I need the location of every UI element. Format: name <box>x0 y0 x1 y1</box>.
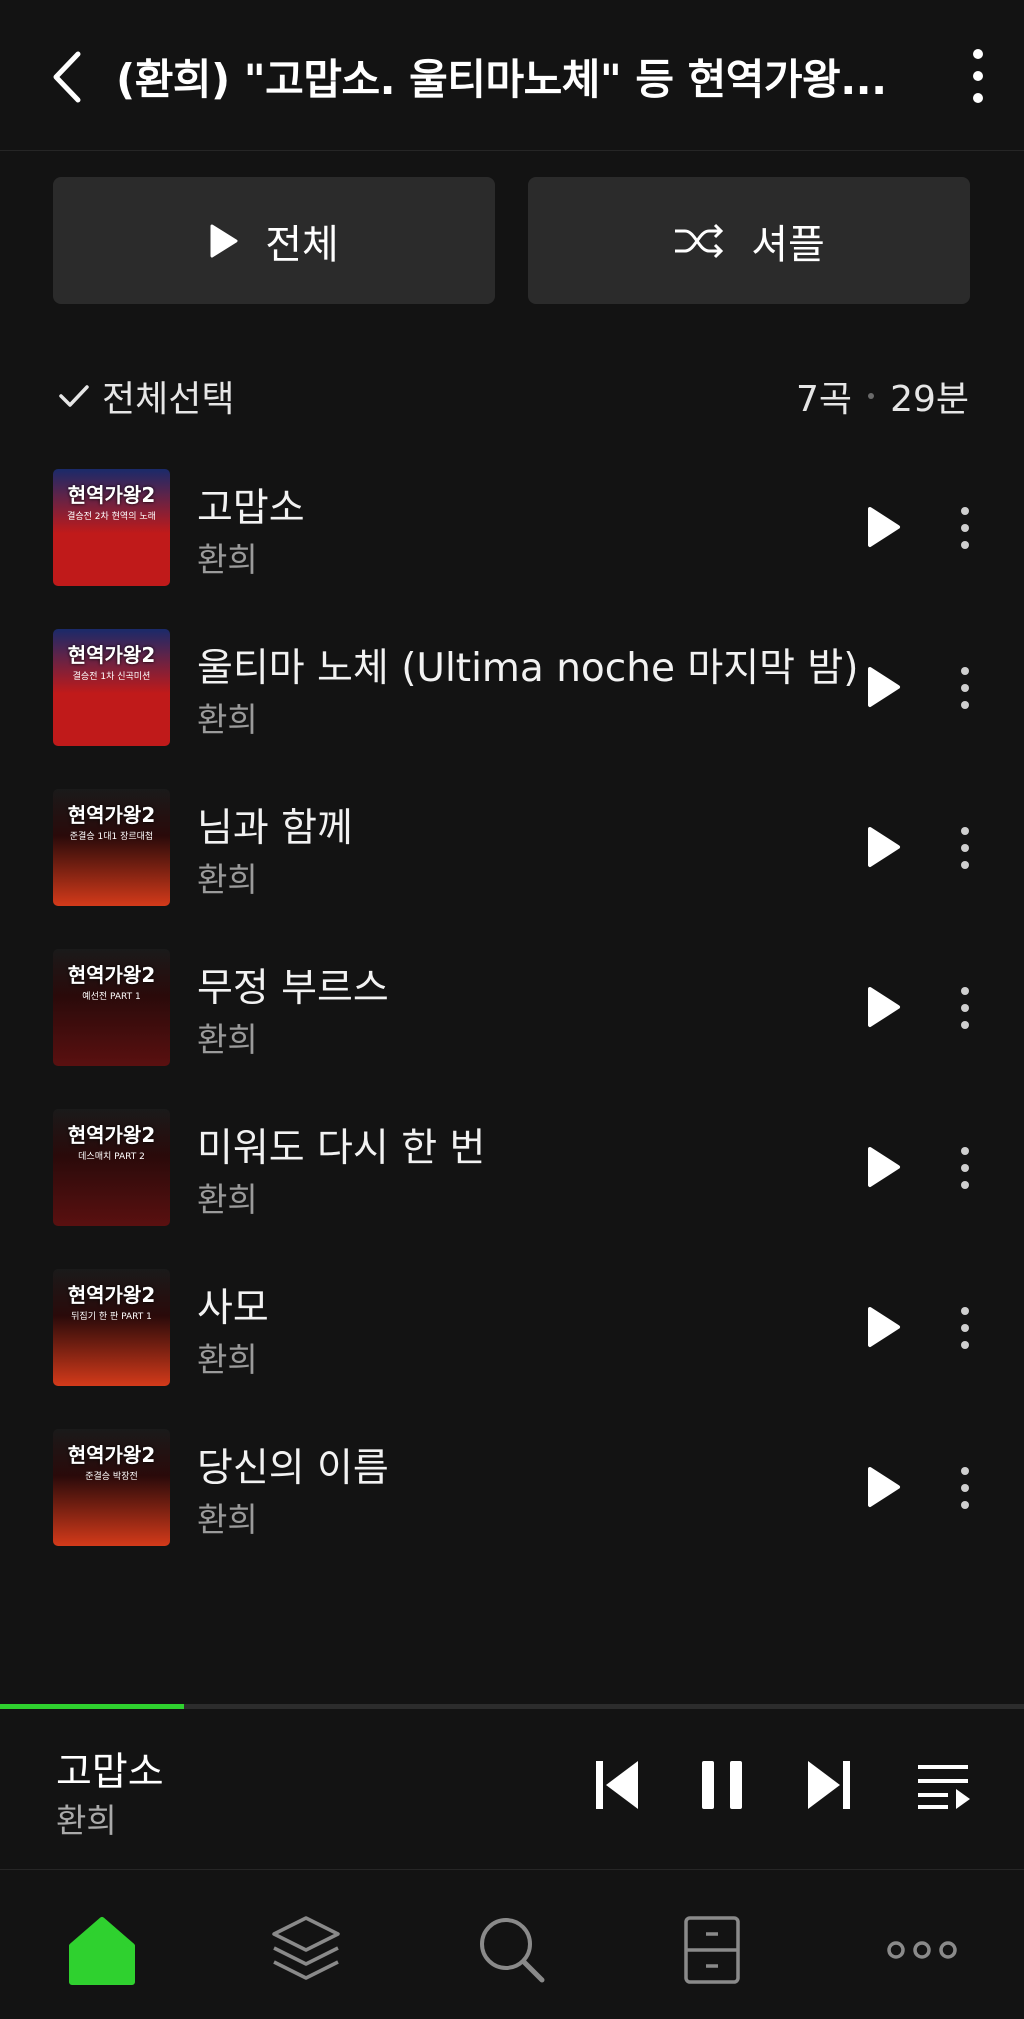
back-icon[interactable] <box>40 42 100 112</box>
track-title: 당신의 이름 <box>197 1446 389 1491</box>
album-logo: 현역가왕2 <box>67 1283 156 1307</box>
play-all-button[interactable]: 전체 <box>53 177 495 304</box>
more-options-icon[interactable] <box>955 505 975 551</box>
song-count: 7곡 <box>796 379 853 420</box>
previous-icon[interactable] <box>594 1759 640 1811</box>
album-cover: 현역가왕2 데스매치 PART 2 <box>53 1109 170 1226</box>
album-subtitle: 결승전 1차 신곡미션 <box>72 672 151 682</box>
play-icon[interactable] <box>866 1305 902 1349</box>
track-title: 울티마 노체 (Ultima noche 마지막 밤) <box>197 646 859 691</box>
album-logo: 현역가왕2 <box>67 1443 156 1467</box>
library-icon[interactable] <box>266 1910 346 1990</box>
album-logo: 현역가왕2 <box>67 963 156 987</box>
track-title: 미워도 다시 한 번 <box>197 1126 486 1171</box>
track-artist: 환희 <box>197 1020 258 1059</box>
check-icon <box>59 385 89 407</box>
separator-dot <box>868 393 875 399</box>
album-logo: 현역가왕2 <box>67 483 156 507</box>
album-logo: 현역가왕2 <box>67 643 156 667</box>
album-cover: 현역가왕2 결승전 1차 신곡미션 <box>53 629 170 746</box>
track-row[interactable]: 현역가왕2 결승전 1차 신곡미션 울티마 노체 (Ultima noche 마지막… <box>0 629 1024 789</box>
header: (환희) "고맙소. 울티마노체" 등 현역가왕... <box>0 0 1024 151</box>
pause-icon[interactable] <box>700 1759 746 1811</box>
shuffle-label: 셔플 <box>751 221 825 268</box>
home-icon[interactable] <box>62 1910 142 1990</box>
track-artist: 환희 <box>197 1340 258 1379</box>
select-all-label: 전체선택 <box>102 379 235 420</box>
album-logo: 현역가왕2 <box>67 1123 156 1147</box>
play-all-label: 전체 <box>265 221 339 268</box>
more-options-icon[interactable] <box>955 1305 975 1351</box>
track-row[interactable]: 현역가왕2 예선전 PART 1 무정 부르스환희 <box>0 949 1024 1109</box>
now-playing-title: 고맙소 <box>56 1750 164 1795</box>
track-artist: 환희 <box>197 1500 258 1539</box>
track-row[interactable]: 현역가왕2 준결승 1대1 장르대첩 님과 함께환희 <box>0 789 1024 949</box>
more-options-icon[interactable] <box>955 985 975 1031</box>
more-options-icon[interactable] <box>955 1145 975 1191</box>
play-icon <box>210 224 238 257</box>
playlist-meta: 7곡 29분 <box>796 370 969 422</box>
track-artist: 환희 <box>197 700 258 739</box>
play-icon[interactable] <box>866 985 902 1029</box>
play-icon[interactable] <box>866 1145 902 1189</box>
more-options-icon[interactable] <box>958 46 998 106</box>
storage-icon[interactable] <box>672 1910 752 1990</box>
album-logo: 현역가왕2 <box>67 803 156 827</box>
album-cover: 현역가왕2 준결승 박장전 <box>53 1429 170 1546</box>
track-list: 현역가왕2 결승전 2차 현역의 노래 고맙소 환희 현역가왕2 결승전 1차 신곡미션 울… <box>0 469 1024 1589</box>
album-cover: 현역가왕2 뒤집기 한 판 PART 1 <box>53 1269 170 1386</box>
track-row[interactable]: 현역가왕2 결승전 2차 현역의 노래 고맙소환희 <box>0 469 1024 629</box>
track-title: 사모 <box>197 1286 269 1331</box>
album-cover: 현역가왕2 결승전 2차 현역의 노래 <box>53 469 170 586</box>
album-subtitle: 준결승 박장전 <box>85 1472 138 1482</box>
track-title: 무정 부르스 <box>197 966 389 1011</box>
album-subtitle: 예선전 PART 1 <box>82 992 141 1002</box>
album-cover: 현역가왕2 예선전 PART 1 <box>53 949 170 1066</box>
album-subtitle: 데스매치 PART 2 <box>78 1152 145 1162</box>
more-options-icon[interactable] <box>955 825 975 871</box>
track-title: 고맙소 <box>197 486 305 531</box>
play-icon[interactable] <box>866 505 902 549</box>
album-subtitle: 뒤집기 한 판 PART 1 <box>71 1312 152 1322</box>
album-subtitle: 결승전 2차 현역의 노래 <box>67 512 156 522</box>
track-row[interactable]: 현역가왕2 데스매치 PART 2 미워도 다시 한 번환희 <box>0 1109 1024 1269</box>
track-artist: 환희 <box>197 540 258 579</box>
more-options-icon[interactable] <box>955 1465 975 1511</box>
play-icon[interactable] <box>866 825 902 869</box>
mini-player[interactable]: 고맙소 환희 <box>0 1709 1024 1870</box>
select-all-toggle[interactable]: 전체선택 <box>56 370 234 422</box>
track-row[interactable]: 현역가왕2 뒤집기 한 판 PART 1 사모환희 <box>0 1269 1024 1429</box>
play-icon[interactable] <box>866 665 902 709</box>
track-artist: 환희 <box>197 860 258 899</box>
track-artist: 환희 <box>197 1180 258 1219</box>
play-icon[interactable] <box>866 1465 902 1509</box>
next-icon[interactable] <box>806 1759 852 1811</box>
more-icon[interactable] <box>882 1910 962 1990</box>
total-duration: 29분 <box>890 379 969 420</box>
bottom-nav <box>0 1870 1024 2019</box>
now-playing-artist: 환희 <box>56 1801 117 1840</box>
track-row[interactable]: 현역가왕2 준결승 박장전 당신의 이름환희 <box>0 1429 1024 1589</box>
album-cover: 현역가왕2 준결승 1대1 장르대첩 <box>53 789 170 906</box>
shuffle-icon <box>675 223 724 258</box>
track-title: 님과 함께 <box>197 806 353 851</box>
shuffle-button[interactable]: 셔플 <box>528 177 970 304</box>
more-options-icon[interactable] <box>955 665 975 711</box>
playlist-icon[interactable] <box>916 1759 972 1811</box>
page-title: (환희) "고맙소. 울티마노체" 등 현역가왕... <box>116 55 887 104</box>
search-icon[interactable] <box>472 1910 552 1990</box>
album-subtitle: 준결승 1대1 장르대첩 <box>69 832 154 842</box>
